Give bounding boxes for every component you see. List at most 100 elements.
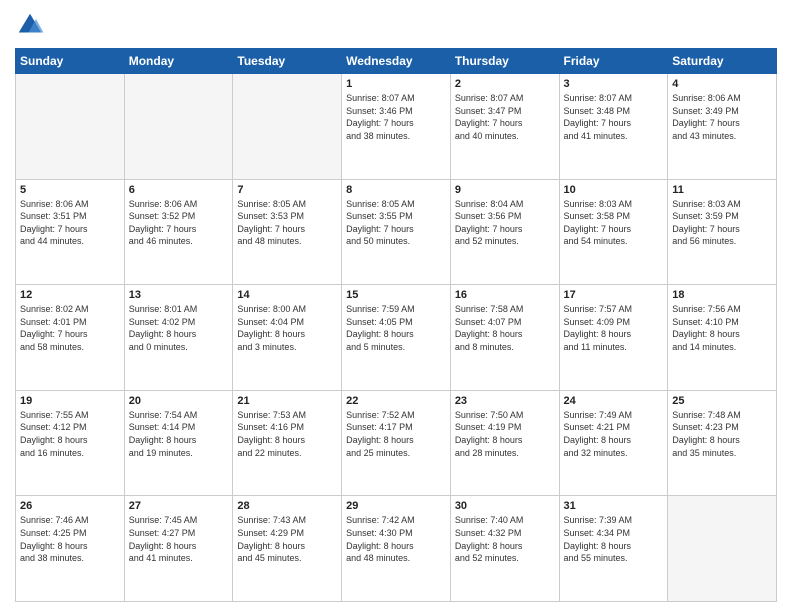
day-info: Sunrise: 8:03 AMSunset: 3:59 PMDaylight:…: [672, 198, 772, 248]
day-info: Sunrise: 7:58 AMSunset: 4:07 PMDaylight:…: [455, 303, 555, 353]
day-cell: 30Sunrise: 7:40 AMSunset: 4:32 PMDayligh…: [450, 496, 559, 602]
day-number: 28: [237, 500, 337, 512]
logo-icon: [15, 10, 45, 40]
day-info: Sunrise: 8:06 AMSunset: 3:51 PMDaylight:…: [20, 198, 120, 248]
day-number: 10: [564, 184, 664, 196]
day-number: 8: [346, 184, 446, 196]
week-row-0: 1 Sunrise: 8:07 AMSunset: 3:46 PMDaylight…: [16, 74, 777, 180]
day-number: 13: [129, 289, 229, 301]
day-info: Sunrise: 8:02 AMSunset: 4:01 PMDaylight:…: [20, 303, 120, 353]
day-info: Sunrise: 8:05 AMSunset: 3:53 PMDaylight:…: [237, 198, 337, 248]
day-cell: [233, 74, 342, 180]
day-info: Sunrise: 8:06 AMSunset: 3:52 PMDaylight:…: [129, 198, 229, 248]
day-cell: 27 Sunrise: 7:45 AMSunset: 4:27 PMDayligh…: [124, 496, 233, 602]
day-cell: 9Sunrise: 8:04 AMSunset: 3:56 PMDaylight…: [450, 179, 559, 285]
day-info: Sunrise: 7:55 AMSunset: 4:12 PMDaylight:…: [20, 409, 120, 459]
week-row-2: 12 Sunrise: 8:02 AMSunset: 4:01 PMDayligh…: [16, 285, 777, 391]
day-cell: 10 Sunrise: 8:03 AMSunset: 3:58 PMDayligh…: [559, 179, 668, 285]
weekday-header-row: SundayMondayTuesdayWednesdayThursdayFrid…: [16, 49, 777, 74]
weekday-header-monday: Monday: [124, 49, 233, 74]
day-cell: 24 Sunrise: 7:49 AMSunset: 4:21 PMDayligh…: [559, 390, 668, 496]
day-number: 7: [237, 184, 337, 196]
day-info: Sunrise: 7:54 AMSunset: 4:14 PMDaylight:…: [129, 409, 229, 459]
day-cell: 2Sunrise: 8:07 AMSunset: 3:47 PMDaylight…: [450, 74, 559, 180]
day-cell: 19 Sunrise: 7:55 AMSunset: 4:12 PMDayligh…: [16, 390, 125, 496]
week-row-3: 19 Sunrise: 7:55 AMSunset: 4:12 PMDayligh…: [16, 390, 777, 496]
day-info: Sunrise: 7:39 AMSunset: 4:34 PMDaylight:…: [564, 514, 664, 564]
day-cell: 17 Sunrise: 7:57 AMSunset: 4:09 PMDayligh…: [559, 285, 668, 391]
day-number: 20: [129, 395, 229, 407]
day-cell: 18Sunrise: 7:56 AMSunset: 4:10 PMDayligh…: [668, 285, 777, 391]
day-info: Sunrise: 8:05 AMSunset: 3:55 PMDaylight:…: [346, 198, 446, 248]
day-number: 31: [564, 500, 664, 512]
day-number: 24: [564, 395, 664, 407]
day-cell: 1 Sunrise: 8:07 AMSunset: 3:46 PMDaylight…: [342, 74, 451, 180]
day-cell: 15 Sunrise: 7:59 AMSunset: 4:05 PMDayligh…: [342, 285, 451, 391]
day-cell: 23Sunrise: 7:50 AMSunset: 4:19 PMDayligh…: [450, 390, 559, 496]
day-cell: 31 Sunrise: 7:39 AMSunset: 4:34 PMDayligh…: [559, 496, 668, 602]
day-number: 1: [346, 78, 446, 90]
day-cell: 12 Sunrise: 8:02 AMSunset: 4:01 PMDayligh…: [16, 285, 125, 391]
day-cell: 29 Sunrise: 7:42 AMSunset: 4:30 PMDayligh…: [342, 496, 451, 602]
day-info: Sunrise: 8:03 AMSunset: 3:58 PMDaylight:…: [564, 198, 664, 248]
day-info: Sunrise: 8:06 AMSunset: 3:49 PMDaylight:…: [672, 92, 772, 142]
day-number: 14: [237, 289, 337, 301]
day-number: 27: [129, 500, 229, 512]
day-cell: 25 Sunrise: 7:48 AMSunset: 4:23 PMDayligh…: [668, 390, 777, 496]
day-number: 17: [564, 289, 664, 301]
day-number: 21: [237, 395, 337, 407]
day-number: 4: [672, 78, 772, 90]
day-number: 15: [346, 289, 446, 301]
day-number: 6: [129, 184, 229, 196]
day-cell: [124, 74, 233, 180]
weekday-header-friday: Friday: [559, 49, 668, 74]
logo: [15, 10, 49, 40]
day-info: Sunrise: 7:45 AMSunset: 4:27 PMDaylight:…: [129, 514, 229, 564]
day-info: Sunrise: 7:46 AMSunset: 4:25 PMDaylight:…: [20, 514, 120, 564]
day-info: Sunrise: 7:43 AMSunset: 4:29 PMDaylight:…: [237, 514, 337, 564]
week-row-1: 5 Sunrise: 8:06 AMSunset: 3:51 PMDaylight…: [16, 179, 777, 285]
day-info: Sunrise: 7:59 AMSunset: 4:05 PMDaylight:…: [346, 303, 446, 353]
day-cell: 7 Sunrise: 8:05 AMSunset: 3:53 PMDaylight…: [233, 179, 342, 285]
day-info: Sunrise: 7:57 AMSunset: 4:09 PMDaylight:…: [564, 303, 664, 353]
day-info: Sunrise: 7:56 AMSunset: 4:10 PMDaylight:…: [672, 303, 772, 353]
weekday-header-sunday: Sunday: [16, 49, 125, 74]
day-cell: [668, 496, 777, 602]
calendar-table: SundayMondayTuesdayWednesdayThursdayFrid…: [15, 48, 777, 602]
day-info: Sunrise: 7:50 AMSunset: 4:19 PMDaylight:…: [455, 409, 555, 459]
day-number: 19: [20, 395, 120, 407]
day-cell: 21 Sunrise: 7:53 AMSunset: 4:16 PMDayligh…: [233, 390, 342, 496]
day-number: 5: [20, 184, 120, 196]
page: SundayMondayTuesdayWednesdayThursdayFrid…: [0, 0, 792, 612]
weekday-header-thursday: Thursday: [450, 49, 559, 74]
day-info: Sunrise: 8:07 AMSunset: 3:48 PMDaylight:…: [564, 92, 664, 142]
day-number: 11: [672, 184, 772, 196]
day-number: 9: [455, 184, 555, 196]
day-cell: 8 Sunrise: 8:05 AMSunset: 3:55 PMDaylight…: [342, 179, 451, 285]
day-cell: 13 Sunrise: 8:01 AMSunset: 4:02 PMDayligh…: [124, 285, 233, 391]
day-cell: 14 Sunrise: 8:00 AMSunset: 4:04 PMDayligh…: [233, 285, 342, 391]
weekday-header-saturday: Saturday: [668, 49, 777, 74]
day-number: 25: [672, 395, 772, 407]
weekday-header-wednesday: Wednesday: [342, 49, 451, 74]
day-number: 16: [455, 289, 555, 301]
day-cell: 26 Sunrise: 7:46 AMSunset: 4:25 PMDayligh…: [16, 496, 125, 602]
day-number: 29: [346, 500, 446, 512]
day-info: Sunrise: 7:49 AMSunset: 4:21 PMDaylight:…: [564, 409, 664, 459]
day-info: Sunrise: 7:48 AMSunset: 4:23 PMDaylight:…: [672, 409, 772, 459]
day-info: Sunrise: 8:00 AMSunset: 4:04 PMDaylight:…: [237, 303, 337, 353]
day-info: Sunrise: 8:07 AMSunset: 3:47 PMDaylight:…: [455, 92, 555, 142]
day-info: Sunrise: 7:53 AMSunset: 4:16 PMDaylight:…: [237, 409, 337, 459]
day-info: Sunrise: 8:07 AMSunset: 3:46 PMDaylight:…: [346, 92, 446, 142]
day-info: Sunrise: 7:42 AMSunset: 4:30 PMDaylight:…: [346, 514, 446, 564]
week-row-4: 26 Sunrise: 7:46 AMSunset: 4:25 PMDayligh…: [16, 496, 777, 602]
day-info: Sunrise: 8:01 AMSunset: 4:02 PMDaylight:…: [129, 303, 229, 353]
day-cell: [16, 74, 125, 180]
day-cell: 4 Sunrise: 8:06 AMSunset: 3:49 PMDaylight…: [668, 74, 777, 180]
day-number: 12: [20, 289, 120, 301]
day-cell: 11 Sunrise: 8:03 AMSunset: 3:59 PMDayligh…: [668, 179, 777, 285]
day-cell: 22Sunrise: 7:52 AMSunset: 4:17 PMDayligh…: [342, 390, 451, 496]
day-cell: 5 Sunrise: 8:06 AMSunset: 3:51 PMDaylight…: [16, 179, 125, 285]
day-number: 26: [20, 500, 120, 512]
calendar-body: 1 Sunrise: 8:07 AMSunset: 3:46 PMDaylight…: [16, 74, 777, 602]
